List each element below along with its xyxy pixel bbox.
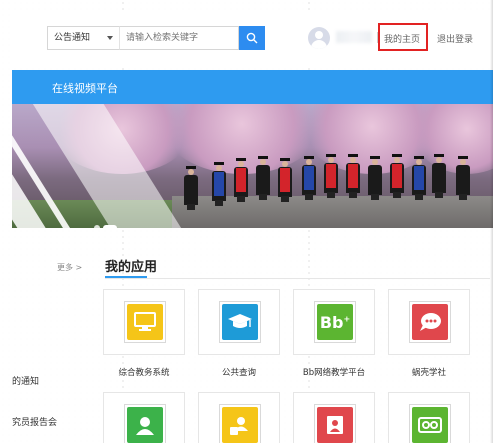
search-button[interactable] [239, 26, 265, 50]
app-card-7[interactable] [293, 392, 375, 443]
app-label[interactable]: 蜗壳学社 [381, 366, 477, 378]
app-icon-frame [314, 404, 356, 443]
section-title: 我的应用 [105, 260, 158, 275]
app-card-5[interactable] [103, 392, 185, 443]
app-icon-frame: Bb+ [314, 301, 356, 343]
carousel-dot-active[interactable] [103, 225, 117, 228]
monitor-icon [127, 304, 163, 340]
app-card-6[interactable] [198, 392, 280, 443]
navbar: 在线视频平台 [12, 70, 493, 104]
graduate-figure [184, 166, 198, 210]
username-blurred [336, 31, 372, 43]
graduate-figure [256, 156, 270, 200]
banner-carousel[interactable] [12, 104, 493, 228]
graduate-figure [432, 154, 446, 198]
user-contact-icon [127, 407, 163, 443]
app-card-jiaowu[interactable] [103, 289, 185, 355]
id-card-icon [317, 407, 353, 443]
app-icon-frame [124, 301, 166, 343]
bb-icon: Bb+ [317, 304, 353, 340]
header: 公告通知 我的主页 退出登录 [12, 10, 493, 68]
app-icon-frame [219, 301, 261, 343]
app-label[interactable]: Bb网络教学平台 [286, 366, 382, 378]
page-background: 公告通知 我的主页 退出登录 在线视频平台 [0, 0, 493, 443]
app-icon-frame [124, 404, 166, 443]
chat-bubble-icon [412, 304, 448, 340]
graduate-figure [390, 154, 404, 198]
left-list-item[interactable]: 究员报告会 [12, 415, 57, 428]
search-category-label: 公告通知 [54, 33, 91, 43]
graduate-figure [302, 156, 316, 200]
graduate-figure [346, 154, 360, 198]
logout-link[interactable]: 退出登录 [437, 32, 473, 45]
graduation-cap-icon [222, 304, 258, 340]
user-card-icon [222, 407, 258, 443]
section-underline [105, 276, 147, 278]
graduate-figure [456, 156, 470, 200]
chevron-down-icon [107, 36, 113, 40]
app-label[interactable]: 公共查询 [191, 366, 287, 378]
app-icon-frame [409, 301, 451, 343]
avatar-head [315, 31, 323, 39]
app-icon-frame [409, 404, 451, 443]
search-input[interactable] [119, 26, 239, 50]
avatar-body [311, 40, 327, 49]
vr-glasses-icon [412, 407, 448, 443]
app-card-bb[interactable]: Bb+ [293, 289, 375, 355]
left-list-item[interactable]: 的通知 [12, 374, 39, 387]
carousel-dot[interactable] [94, 225, 100, 228]
carousel-indicators[interactable] [94, 216, 120, 228]
search-category-select[interactable]: 公告通知 [47, 26, 119, 50]
divider [105, 278, 490, 279]
graduate-figure [368, 156, 382, 200]
navbar-title[interactable]: 在线视频平台 [52, 80, 118, 96]
my-home-link[interactable]: 我的主页 [384, 32, 420, 45]
graduate-figure [212, 162, 226, 206]
graduate-figure [278, 158, 292, 202]
app-card-8[interactable] [388, 392, 470, 443]
app-icon-frame [219, 404, 261, 443]
app-label[interactable]: 综合教务系统 [96, 366, 192, 378]
more-link[interactable]: 更多 > [57, 262, 82, 273]
graduate-figure [324, 154, 338, 198]
graduate-figure [412, 156, 426, 200]
avatar[interactable] [308, 27, 330, 49]
graduate-figure [234, 158, 248, 202]
app-card-woke[interactable] [388, 289, 470, 355]
app-card-query[interactable] [198, 289, 280, 355]
search-icon [246, 32, 258, 44]
